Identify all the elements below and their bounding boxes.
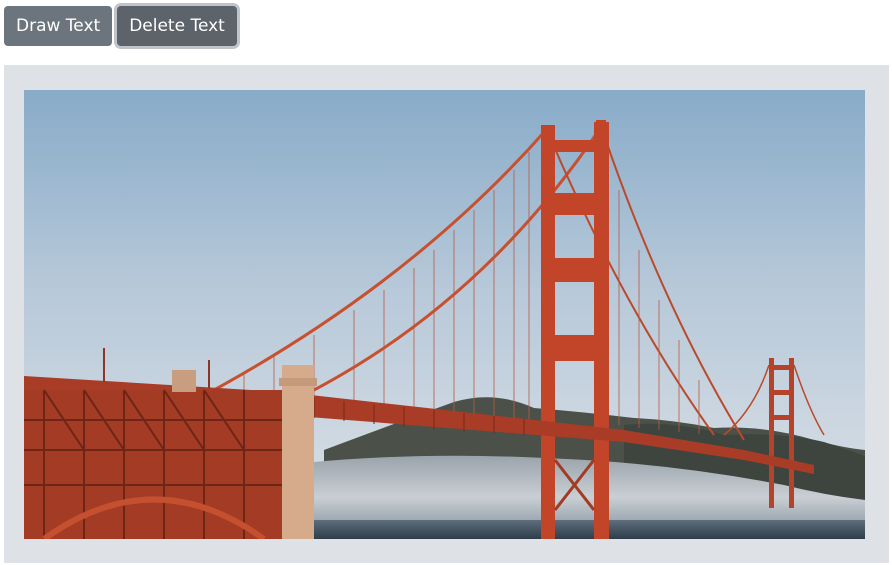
approach-truss xyxy=(24,390,289,539)
bridge-photo xyxy=(24,90,865,539)
canvas-container xyxy=(4,65,889,563)
toolbar: Draw Text Delete Text xyxy=(4,6,237,46)
delete-text-button[interactable]: Delete Text xyxy=(117,6,237,46)
draw-text-button[interactable]: Draw Text xyxy=(4,6,113,46)
water xyxy=(314,520,865,539)
image-canvas[interactable] xyxy=(24,90,865,539)
pylon xyxy=(282,365,314,539)
